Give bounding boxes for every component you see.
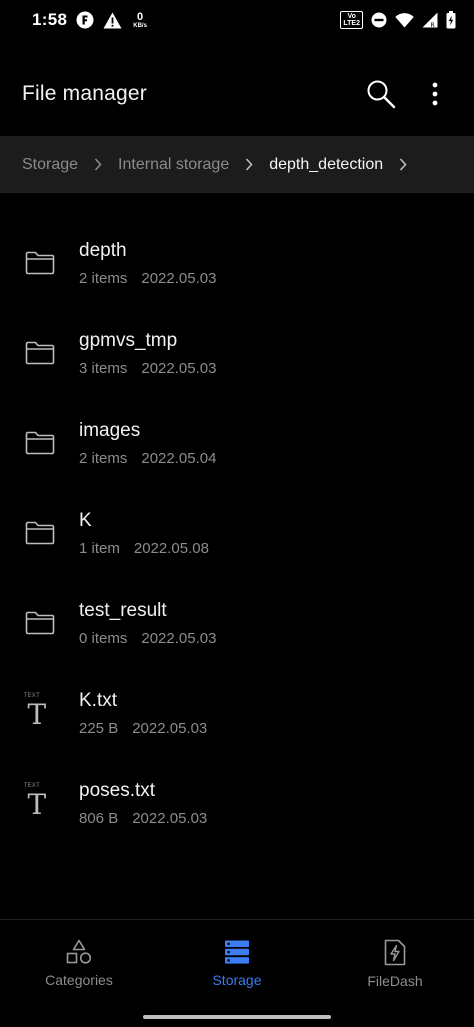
list-item[interactable]: depth 2 items 2022.05.03	[0, 218, 474, 308]
file-text: test_result 0 items 2022.05.03	[79, 600, 216, 647]
chevron-right-icon	[383, 158, 423, 171]
file-info: 0 items	[79, 629, 128, 647]
cellular-signal-icon: R	[422, 12, 438, 28]
file-meta: 3 items 2022.05.03	[79, 360, 216, 377]
file-date: 2022.05.03	[141, 629, 217, 647]
file-meta: 0 items 2022.05.03	[79, 630, 216, 647]
folder-icon	[0, 341, 79, 365]
list-item[interactable]: K 1 item 2022.05.08	[0, 488, 474, 578]
search-button[interactable]	[364, 74, 398, 114]
file-name: poses.txt	[79, 779, 156, 801]
list-item[interactable]: TEXT T poses.txt 806 B 2022.05.03	[0, 758, 474, 848]
breadcrumb-internal-storage[interactable]: Internal storage	[118, 156, 229, 174]
status-time: 1:58	[32, 10, 68, 29]
app-actions	[364, 74, 452, 114]
file-list: depth 2 items 2022.05.03 gpmvs_tmp 3 ite…	[0, 218, 474, 848]
status-bar: 1:58 0 KB/s Vo LTE2 R	[0, 0, 474, 40]
status-left: 1:58 0 KB/s	[32, 10, 147, 30]
file-info: 225 B	[79, 719, 119, 737]
text-glyph: T	[27, 698, 47, 731]
nav-item-categories[interactable]: Categories	[0, 920, 158, 1027]
status-right: Vo LTE2 R	[340, 11, 456, 29]
more-options-button[interactable]	[418, 74, 452, 114]
file-text: images 2 items 2022.05.04	[79, 420, 216, 467]
folder-icon	[0, 251, 79, 275]
search-icon	[367, 80, 396, 109]
list-item[interactable]: test_result 0 items 2022.05.03	[0, 578, 474, 668]
folder-icon	[0, 431, 79, 455]
file-info: 1 item	[79, 539, 120, 557]
file-info: 2 items	[79, 449, 128, 467]
app-bar: File manager	[0, 56, 474, 132]
do-not-disturb-icon	[371, 12, 387, 28]
file-name: gpmvs_tmp	[79, 329, 178, 351]
app-title: File manager	[22, 82, 147, 105]
file-text: K.txt 225 B 2022.05.03	[79, 690, 207, 737]
file-date: 2022.05.03	[132, 719, 208, 737]
list-item[interactable]: gpmvs_tmp 3 items 2022.05.03	[0, 308, 474, 398]
folder-icon	[0, 611, 79, 635]
filedash-icon	[384, 939, 406, 966]
wifi-icon	[395, 12, 414, 28]
battery-charging-icon	[446, 11, 456, 29]
warning-icon	[103, 12, 122, 29]
file-name: images	[79, 419, 141, 441]
network-speed-value: 0	[137, 10, 144, 23]
nav-label: Storage	[212, 972, 262, 988]
file-meta: 1 item 2022.05.08	[79, 540, 209, 557]
file-name: depth	[79, 239, 127, 261]
file-meta: 225 B 2022.05.03	[79, 720, 207, 737]
nav-label: Categories	[45, 972, 113, 988]
nav-item-storage[interactable]: Storage	[158, 920, 316, 1027]
file-date: 2022.05.08	[133, 539, 209, 557]
nav-label: FileDash	[367, 973, 423, 989]
file-date: 2022.05.03	[132, 809, 208, 827]
categories-icon	[66, 939, 92, 964]
home-indicator[interactable]	[143, 1015, 331, 1019]
file-text: depth 2 items 2022.05.03	[79, 240, 216, 287]
file-meta: 806 B 2022.05.03	[79, 810, 207, 827]
breadcrumb-storage[interactable]: Storage	[22, 156, 78, 174]
volte-line1: Vo	[347, 13, 356, 20]
file-text: K 1 item 2022.05.08	[79, 510, 209, 557]
file-info: 2 items	[79, 269, 128, 287]
file-info: 3 items	[79, 359, 128, 377]
folder-icon	[0, 521, 79, 545]
breadcrumb: Storage Internal storage depth_detection	[0, 136, 474, 193]
file-date: 2022.05.03	[141, 269, 217, 287]
app-notification-icon	[76, 11, 94, 29]
breadcrumb-current-folder[interactable]: depth_detection	[269, 156, 383, 174]
file-meta: 2 items 2022.05.03	[79, 270, 216, 287]
svg-text:R: R	[431, 22, 435, 28]
storage-icon	[225, 940, 249, 964]
file-meta: 2 items 2022.05.04	[79, 450, 216, 467]
volte-icon: Vo LTE2	[340, 11, 363, 29]
file-date: 2022.05.04	[141, 449, 217, 467]
network-speed: 0 KB/s	[133, 10, 147, 29]
more-vert-icon	[432, 82, 438, 106]
file-name: K	[79, 509, 92, 531]
bottom-nav: Categories Storage FileDash	[0, 919, 474, 1027]
file-name: test_result	[79, 599, 167, 621]
list-item[interactable]: TEXT T K.txt 225 B 2022.05.03	[0, 668, 474, 758]
text-file-icon: TEXT T	[0, 693, 79, 733]
chevron-right-icon	[229, 158, 269, 171]
chevron-right-icon	[78, 158, 118, 171]
file-text: gpmvs_tmp 3 items 2022.05.03	[79, 330, 216, 377]
volte-line2: LTE2	[343, 20, 360, 27]
list-item[interactable]: images 2 items 2022.05.04	[0, 398, 474, 488]
file-name: K.txt	[79, 689, 118, 711]
text-file-icon: TEXT T	[0, 783, 79, 823]
text-glyph: T	[27, 788, 47, 821]
file-info: 806 B	[79, 809, 119, 827]
nav-item-filedash[interactable]: FileDash	[316, 920, 474, 1027]
file-text: poses.txt 806 B 2022.05.03	[79, 780, 207, 827]
network-speed-unit: KB/s	[133, 22, 147, 29]
file-date: 2022.05.03	[141, 359, 217, 377]
